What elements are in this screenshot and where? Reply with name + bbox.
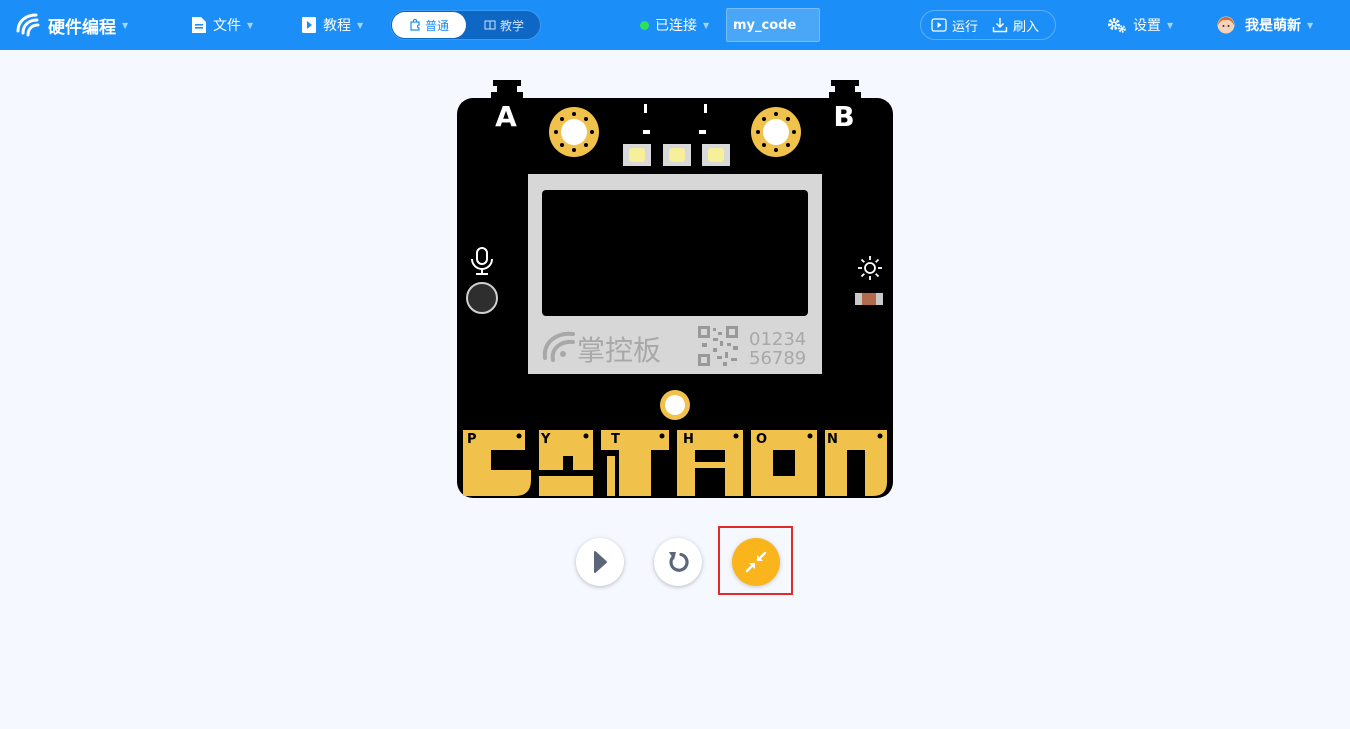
puzzle-icon [410, 19, 420, 31]
top-bar: 硬件编程 ▼ 文件 ▼ 教程 ▼ 普通 教学 已连接 ▼ my_code 运行 … [0, 0, 1350, 50]
mode-teach-label: 教学 [499, 18, 524, 33]
qr-code-icon [698, 326, 738, 366]
pin-label-t: T [611, 432, 620, 447]
file-icon [192, 17, 206, 33]
mode-toggle: 普通 教学 [390, 10, 541, 40]
rgb-led-3 [702, 144, 730, 166]
serial-number-line-2: 56789 [749, 348, 806, 369]
app-menu[interactable]: 硬件编程 ▼ [14, 0, 128, 50]
chevron-down-icon: ▼ [122, 20, 129, 30]
user-menu[interactable]: 我是萌新 ▼ [1217, 0, 1313, 50]
mode-normal-tab[interactable]: 普通 [392, 12, 466, 38]
pin-label-p: P [467, 432, 477, 447]
app-name: 硬件编程 [48, 17, 116, 38]
microphone-sensor[interactable] [466, 282, 498, 314]
file-menu[interactable]: 文件 ▼ [191, 0, 253, 50]
pin-label-h: H [683, 432, 694, 447]
tutorial-menu[interactable]: 教程 ▼ [301, 0, 363, 50]
settings-menu[interactable]: 设置 ▼ [1107, 0, 1173, 50]
mode-normal-label: 普通 [424, 18, 449, 33]
pin-label-y: Y [540, 432, 551, 447]
flash-label: 刷入 [1013, 19, 1040, 35]
button-a-label: A [495, 100, 517, 133]
reset-button[interactable] [654, 538, 702, 586]
oled-screen [542, 190, 808, 316]
chevron-down-icon: ▼ [1307, 20, 1314, 30]
serial-number-line-1: 01234 [749, 329, 806, 350]
board-graphic: A B 掌控板 01234 56789 P Y T H O N [457, 80, 893, 498]
book-icon [484, 20, 496, 30]
selection-highlight [718, 526, 793, 595]
board-simulator: A B 掌控板 01234 56789 P Y T H O N [455, 78, 895, 498]
button-a[interactable] [491, 80, 523, 98]
connection-label: 已连接 [655, 18, 697, 34]
rgb-led-2 [663, 144, 691, 166]
run-button[interactable]: 运行 [931, 16, 978, 35]
chevron-down-icon: ▼ [357, 20, 364, 30]
connection-indicator-icon [640, 20, 649, 30]
button-b-label: B [833, 100, 854, 133]
chevron-down-icon: ▼ [247, 20, 254, 30]
gear-icon [1108, 18, 1126, 33]
filename-input[interactable] [726, 8, 820, 42]
chevron-down-icon: ▼ [1167, 20, 1174, 30]
file-menu-label: 文件 [213, 18, 241, 34]
app-logo-icon [16, 13, 40, 37]
pin-label-n: N [827, 432, 838, 447]
flash-button[interactable]: 刷入 [992, 16, 1039, 35]
run-icon [931, 18, 947, 32]
tutorial-icon [302, 17, 316, 33]
user-name: 我是萌新 [1245, 18, 1301, 34]
chevron-down-icon: ▼ [703, 20, 710, 30]
touch-pad-right[interactable] [751, 107, 801, 157]
pin-label-o: O [756, 432, 767, 447]
avatar [1217, 16, 1235, 34]
play-icon [594, 551, 607, 573]
run-label: 运行 [952, 19, 979, 35]
play-button[interactable] [576, 538, 624, 586]
board-logo-text: 掌控板 [577, 334, 661, 367]
connection-status[interactable]: 已连接 ▼ [640, 0, 709, 50]
download-icon [992, 18, 1008, 33]
tutorial-menu-label: 教程 [323, 18, 351, 34]
run-flash-group: 运行 刷入 [920, 10, 1056, 40]
rgb-led-1 [623, 144, 651, 166]
button-b[interactable] [829, 80, 861, 98]
settings-label: 设置 [1133, 18, 1161, 34]
mode-teach-tab[interactable]: 教学 [469, 12, 539, 38]
light-sensor[interactable] [855, 293, 883, 305]
reset-icon [669, 552, 689, 572]
touch-pad-left[interactable] [549, 107, 599, 157]
